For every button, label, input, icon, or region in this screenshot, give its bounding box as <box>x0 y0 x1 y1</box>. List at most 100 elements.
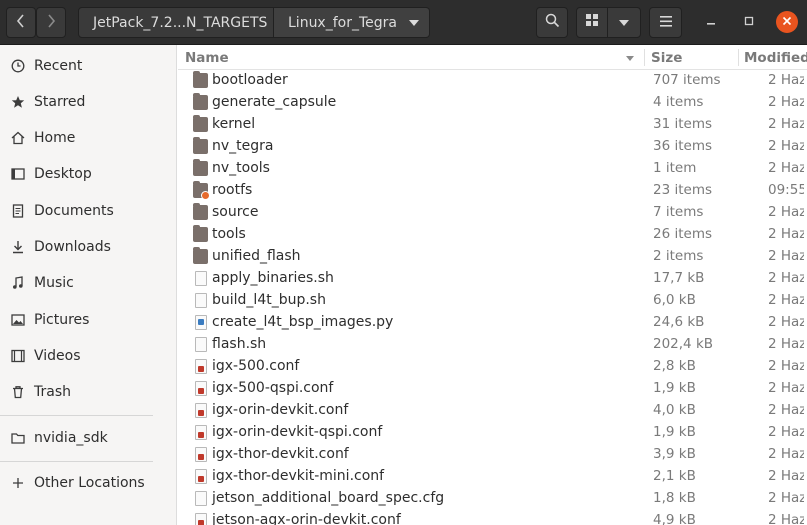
file-row[interactable]: nv_tools 1 item 2 Haz <box>178 158 807 180</box>
column-header: Name Size Modified <box>178 45 807 70</box>
header-bar: JetPack_7.2...N_TARGETS Linux_for_Tegra <box>0 0 807 45</box>
config-file-icon <box>195 513 207 525</box>
file-row[interactable]: create_l4t_bsp_images.py 24,6 kB 2 Haz <box>178 312 807 334</box>
config-file-icon <box>195 447 207 462</box>
sidebar-item-label: Music <box>34 275 74 291</box>
file-row[interactable]: igx-orin-devkit-qspi.conf 1,9 kB 2 Haz <box>178 422 807 444</box>
column-divider[interactable] <box>644 49 645 66</box>
file-row[interactable]: igx-500.conf 2,8 kB 2 Haz <box>178 356 807 378</box>
file-size: 2,1 kB <box>653 468 696 484</box>
folder-icon <box>193 225 208 242</box>
file-name: bootloader <box>212 72 288 88</box>
breadcrumb-current[interactable]: Linux_for_Tegra <box>274 7 430 38</box>
file-row[interactable]: igx-thor-devkit-mini.conf 2,1 kB 2 Haz <box>178 466 807 488</box>
view-grid-button[interactable] <box>576 7 608 38</box>
document-icon <box>10 203 26 219</box>
sidebar-item-pictures[interactable]: Pictures <box>0 305 177 335</box>
menu-button[interactable] <box>649 7 682 38</box>
folder-icon <box>193 159 208 176</box>
search-button[interactable] <box>536 7 568 38</box>
sidebar-item-label: Starred <box>34 94 86 110</box>
file-size: 3,9 kB <box>653 446 696 462</box>
column-size-header[interactable]: Size <box>651 50 682 66</box>
chevron-right-icon <box>46 13 56 32</box>
column-divider[interactable] <box>738 49 739 66</box>
folder-icon <box>193 93 208 110</box>
file-name: jetson_additional_board_spec.cfg <box>212 490 445 506</box>
column-name-header[interactable]: Name <box>185 50 229 66</box>
maximize-button[interactable] <box>738 11 760 33</box>
file-row[interactable]: igx-500-qspi.conf 1,9 kB 2 Haz <box>178 378 807 400</box>
video-icon <box>10 348 26 364</box>
maximize-icon <box>744 15 754 30</box>
file-name: igx-500-qspi.conf <box>212 380 334 396</box>
file-row[interactable]: flash.sh 202,4 kB 2 Haz <box>178 334 807 356</box>
file-size: 24,6 kB <box>653 314 705 330</box>
file-row[interactable]: igx-thor-devkit.conf 3,9 kB 2 Haz <box>178 444 807 466</box>
sidebar-item-desktop[interactable]: Desktop <box>0 159 177 189</box>
sidebar-item-trash[interactable]: Trash <box>0 377 177 407</box>
minimize-button[interactable] <box>700 11 722 33</box>
file-row[interactable]: jetson-agx-orin-devkit.conf 4,9 kB 2 Haz <box>178 510 807 525</box>
breadcrumb-label: Linux_for_Tegra <box>288 14 397 31</box>
sidebar-item-home[interactable]: Home <box>0 123 177 153</box>
file-size: 707 items <box>653 72 721 88</box>
file-name: igx-orin-devkit-qspi.conf <box>212 424 383 440</box>
file-name: nv_tegra <box>212 138 274 154</box>
sidebar-item-documents[interactable]: Documents <box>0 196 177 226</box>
file-row[interactable]: unified_flash 2 items 2 Haz <box>178 246 807 268</box>
file-name: kernel <box>212 116 256 132</box>
sidebar-item-label: Downloads <box>34 239 111 255</box>
desktop-icon <box>10 166 26 182</box>
breadcrumb-parent[interactable]: JetPack_7.2...N_TARGETS <box>78 7 274 38</box>
sidebar-item-label: Other Locations <box>34 475 145 491</box>
file-row[interactable]: nv_tegra 36 items 2 Haz <box>178 136 807 158</box>
sidebar-item-other-locations[interactable]: Other Locations <box>0 468 177 498</box>
file-row[interactable]: source 7 items 2 Haz <box>178 202 807 224</box>
text-file-icon <box>195 271 207 286</box>
sidebar-item-videos[interactable]: Videos <box>0 341 177 371</box>
file-row[interactable]: jetson_additional_board_spec.cfg 1,8 kB 2 … <box>178 488 807 510</box>
file-row[interactable]: kernel 31 items 2 Haz <box>178 114 807 136</box>
file-name: apply_binaries.sh <box>212 270 334 286</box>
file-name: igx-thor-devkit-mini.conf <box>212 468 385 484</box>
file-modified: 2 Haz <box>768 402 804 418</box>
file-modified: 2 Haz <box>768 248 804 264</box>
back-button[interactable] <box>6 7 36 38</box>
file-modified: 2 Haz <box>768 204 804 220</box>
file-name: nv_tools <box>212 160 270 176</box>
python-file-icon <box>195 315 207 330</box>
close-button[interactable] <box>776 11 798 33</box>
file-row[interactable]: rootfs 23 items 09:55 <box>178 180 807 202</box>
forward-button[interactable] <box>36 7 66 38</box>
sidebar-item-recent[interactable]: Recent <box>0 51 177 81</box>
file-name: igx-500.conf <box>212 358 300 374</box>
file-size: 36 items <box>653 138 713 154</box>
file-name: igx-thor-devkit.conf <box>212 446 349 462</box>
file-row[interactable]: igx-orin-devkit.conf 4,0 kB 2 Haz <box>178 400 807 422</box>
sidebar-item-label: nvidia_sdk <box>34 430 108 446</box>
view-options-button[interactable] <box>607 7 641 38</box>
file-row[interactable]: tools 26 items 2 Haz <box>178 224 807 246</box>
file-row[interactable]: bootloader 707 items 2 Haz <box>178 70 807 92</box>
file-row[interactable]: apply_binaries.sh 17,7 kB 2 Haz <box>178 268 807 290</box>
download-icon <box>10 239 26 255</box>
sidebar-item-downloads[interactable]: Downloads <box>0 232 177 262</box>
file-size: 23 items <box>653 182 713 198</box>
file-modified: 09:55 <box>768 182 804 198</box>
sidebar-item-music[interactable]: Music <box>0 268 177 298</box>
file-name: build_l4t_bup.sh <box>212 292 326 308</box>
sidebar-item-label: Trash <box>34 384 71 400</box>
file-row[interactable]: build_l4t_bup.sh 6,0 kB 2 Haz <box>178 290 807 312</box>
column-modified-header[interactable]: Modified <box>744 50 807 66</box>
file-name: rootfs <box>212 182 253 198</box>
file-modified: 2 Haz <box>768 424 804 440</box>
sidebar-item-label: Desktop <box>34 166 92 182</box>
home-icon <box>10 130 26 146</box>
sidebar-item-starred[interactable]: Starred <box>0 87 177 117</box>
file-row[interactable]: generate_capsule 4 items 2 Haz <box>178 92 807 114</box>
sidebar-item-nvidia-sdk[interactable]: nvidia_sdk <box>0 423 177 453</box>
chevron-down-icon <box>619 15 629 31</box>
file-name: generate_capsule <box>212 94 337 110</box>
text-file-icon <box>195 293 207 308</box>
